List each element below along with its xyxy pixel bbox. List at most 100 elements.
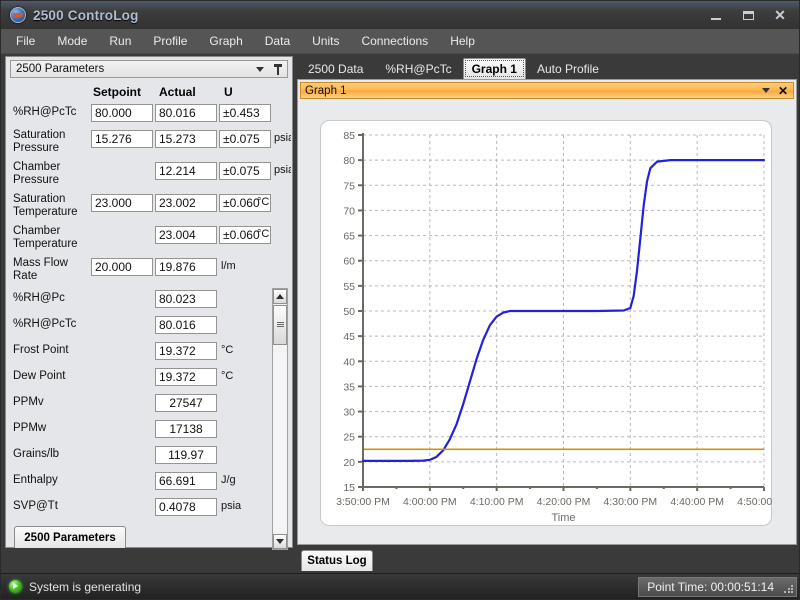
scroll-up-arrow-icon xyxy=(276,294,284,299)
param-label: Grains/lb xyxy=(13,448,60,460)
param-label: %RH@Pc xyxy=(13,292,65,304)
scrollbar-down-button[interactable] xyxy=(273,534,287,549)
param-actual-value: 23.002 xyxy=(155,194,217,212)
param-label: Chamber Pressure xyxy=(13,161,61,186)
close-button[interactable]: ✕ xyxy=(765,4,795,26)
svg-text:4:00:00 PM: 4:00:00 PM xyxy=(403,496,457,508)
param-setpoint-input[interactable]: 20.000 xyxy=(91,258,153,276)
graph-window: Graph 1 ✕ 15 20 25 30 35 40 45 50 55 60 65 70 75 80 85… xyxy=(297,79,797,545)
menu-item-graph[interactable]: Graph xyxy=(198,31,253,51)
scrollbar-thumb[interactable] xyxy=(273,305,287,345)
svg-text:85: 85 xyxy=(343,130,355,142)
param-unit: l/m xyxy=(221,260,236,272)
minimize-button[interactable] xyxy=(701,4,731,26)
param-actual-value: 23.004 xyxy=(155,226,217,244)
table-row: Frost Point 19.372 °C xyxy=(9,341,291,367)
parameters-scrollbar[interactable] xyxy=(272,288,288,550)
param-setpoint-input[interactable]: 15.276 xyxy=(91,130,153,148)
svg-text:40: 40 xyxy=(343,356,355,368)
table-row: Grains/lb 119.97 xyxy=(9,445,291,471)
param-label: Saturation Pressure xyxy=(13,129,66,154)
parameters-panel-title: 2500 Parameters xyxy=(16,63,105,75)
menu-item-file[interactable]: File xyxy=(5,31,46,51)
param-label: Chamber Temperature xyxy=(13,225,78,250)
param-uncertainty-value: ±0.453 xyxy=(219,104,271,122)
point-time-readout: Point Time: 00:00:51:14 xyxy=(638,576,797,597)
menu-item-mode[interactable]: Mode xyxy=(46,31,98,51)
menu-item-data[interactable]: Data xyxy=(254,31,301,51)
param-actual-value: 15.273 xyxy=(155,130,217,148)
column-header-u: U xyxy=(224,85,233,99)
close-icon: ✕ xyxy=(774,7,786,23)
tab-status-log[interactable]: Status Log xyxy=(301,550,373,571)
table-row: Dew Point 19.372 °C xyxy=(9,367,291,393)
param-actual-value: 66.691 xyxy=(155,472,217,490)
svg-text:35: 35 xyxy=(343,381,355,393)
param-unit: psia xyxy=(274,164,291,176)
param-label: PPMv xyxy=(13,396,44,408)
scrollbar-track[interactable] xyxy=(273,345,287,533)
table-row: Mass Flow Rate 20.000 19.876 l/m xyxy=(9,257,291,289)
svg-text:25: 25 xyxy=(343,432,355,444)
param-actual-value: 80.016 xyxy=(155,104,217,122)
window-controls: ✕ xyxy=(701,1,799,29)
menu-item-profile[interactable]: Profile xyxy=(142,31,198,51)
plot-area: 15 20 25 30 35 40 45 50 55 60 65 70 75 80 85 3:50:00 PM… xyxy=(320,120,773,526)
svg-text:75: 75 xyxy=(343,180,355,192)
table-row: Saturation Pressure 15.276 15.273 ±0.075… xyxy=(9,129,291,161)
pin-icon[interactable] xyxy=(273,63,283,75)
param-setpoint-input[interactable]: 80.000 xyxy=(91,104,153,122)
menu-item-units[interactable]: Units xyxy=(301,31,350,51)
chevron-down-icon[interactable] xyxy=(256,66,264,72)
table-row: SVP@Tt 0.4078 psia xyxy=(9,497,291,523)
statusbar: System is generating Point Time: 00:00:5… xyxy=(1,573,799,599)
parameters-panel: 2500 Parameters Setpoint Actual U %RH@Pc… xyxy=(5,56,293,550)
param-actual-value: 119.97 xyxy=(155,446,217,464)
table-row: %RH@PcTc 80.016 xyxy=(9,315,291,341)
tab-auto-profile[interactable]: Auto Profile xyxy=(526,59,610,79)
resize-grip-icon[interactable] xyxy=(783,583,793,594)
maximize-button[interactable] xyxy=(733,4,763,26)
param-actual-value: 19.372 xyxy=(155,342,217,360)
tab-2500-parameters[interactable]: 2500 Parameters xyxy=(14,526,126,548)
table-row: Saturation Temperature 23.000 23.002 ±0.… xyxy=(9,193,291,225)
svg-text:80: 80 xyxy=(343,155,355,167)
menu-item-run[interactable]: Run xyxy=(98,31,142,51)
chart-series xyxy=(361,159,766,462)
status-message-group: System is generating xyxy=(1,580,141,594)
tab-graph-1[interactable]: Graph 1 xyxy=(462,58,526,79)
param-setpoint-input[interactable]: 23.000 xyxy=(91,194,153,212)
table-row: %RH@Pc 80.023 xyxy=(9,289,291,315)
svg-text:65: 65 xyxy=(343,231,355,243)
param-unit: J/g xyxy=(221,474,236,486)
param-actual-value: 27547 xyxy=(155,394,217,412)
table-row: Enthalpy 66.691 J/g xyxy=(9,471,291,497)
svg-text:3:50:00 PM: 3:50:00 PM xyxy=(336,496,390,508)
parameters-column-headers: Setpoint Actual U xyxy=(9,81,291,103)
param-actual-value: 19.876 xyxy=(155,258,217,276)
menu-item-connections[interactable]: Connections xyxy=(350,31,439,51)
svg-text:4:40:00 PM: 4:40:00 PM xyxy=(670,496,724,508)
svg-text:70: 70 xyxy=(343,205,355,217)
param-unit: °C xyxy=(257,196,270,208)
tab-2500-data[interactable]: 2500 Data xyxy=(297,59,374,79)
param-label: %RH@PcTc xyxy=(13,106,77,118)
table-row: %RH@PcTc 80.000 80.016 ±0.453 xyxy=(9,103,291,129)
chevron-down-icon[interactable] xyxy=(761,88,770,93)
menu-item-help[interactable]: Help xyxy=(439,31,486,51)
svg-text:4:20:00 PM: 4:20:00 PM xyxy=(537,496,591,508)
column-header-setpoint: Setpoint xyxy=(93,85,141,99)
application-window: 2500 ControLog ✕ File Mode Run Profile G… xyxy=(0,0,800,600)
scroll-down-arrow-icon xyxy=(276,539,284,544)
scrollbar-up-button[interactable] xyxy=(273,289,287,304)
param-label: Saturation Temperature xyxy=(13,193,78,218)
tab-rh-at-pctc[interactable]: %RH@PcTc xyxy=(374,59,462,79)
chart-svg: 15 20 25 30 35 40 45 50 55 60 65 70 75 80 85 3:50:00 PM… xyxy=(336,130,773,524)
svg-text:4:10:00 PM: 4:10:00 PM xyxy=(470,496,524,508)
graph-close-icon[interactable]: ✕ xyxy=(778,85,788,97)
content-tabstrip: 2500 Data %RH@PcTc Graph 1 Auto Profile xyxy=(297,57,797,79)
table-row: Chamber Temperature 23.004 ±0.060 °C xyxy=(9,225,291,257)
param-label: Frost Point xyxy=(13,344,69,356)
param-label: SVP@Tt xyxy=(13,500,58,512)
parameters-panel-header[interactable]: 2500 Parameters xyxy=(10,60,288,78)
